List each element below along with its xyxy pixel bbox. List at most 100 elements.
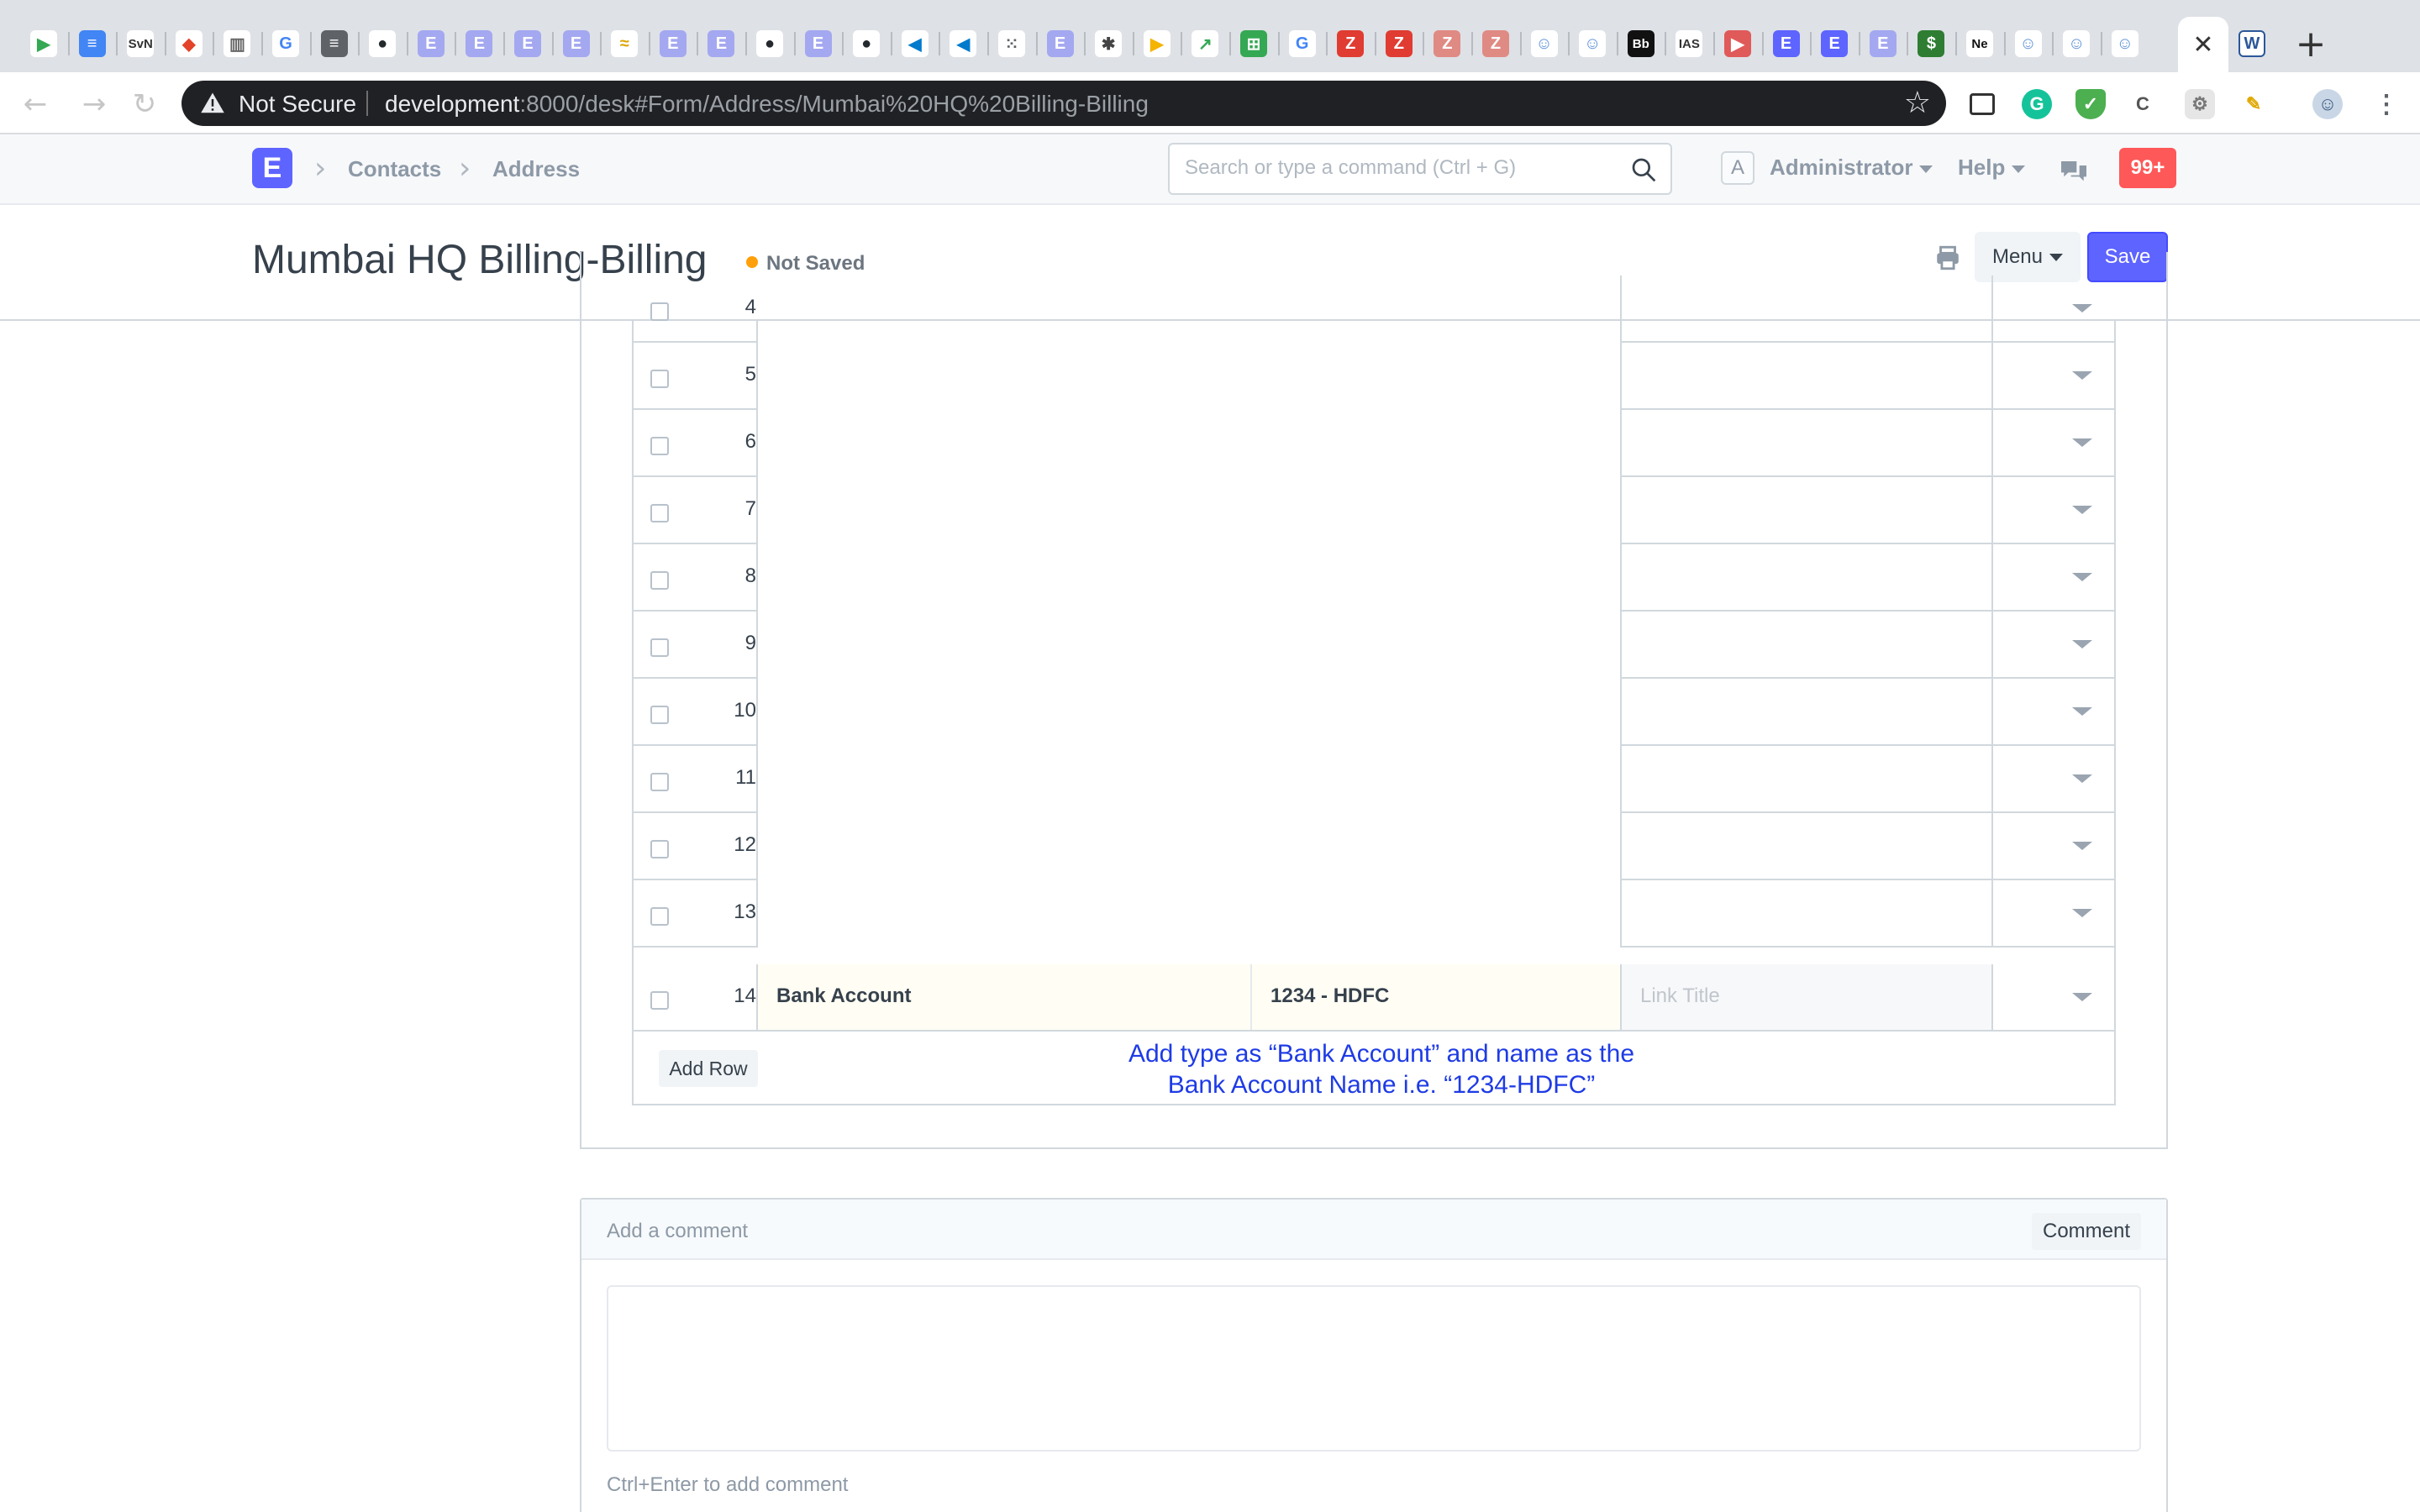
link-doctype-cell[interactable]: Bank Account (756, 964, 1250, 1030)
row-checkbox[interactable] (650, 504, 669, 522)
dropdown-caret-icon[interactable] (2072, 993, 2092, 1001)
browser-tab[interactable]: ● (360, 22, 404, 66)
row-actions-cell[interactable] (1991, 612, 2114, 677)
row-actions-cell[interactable] (1991, 964, 2114, 1030)
help-menu-dropdown[interactable]: Help (1958, 155, 2026, 181)
search-input[interactable] (1185, 156, 1622, 180)
browser-tab[interactable]: ≈ (602, 22, 646, 66)
browser-tab[interactable]: ☺ (2103, 22, 2147, 66)
dropdown-caret-icon[interactable] (2072, 304, 2092, 312)
browser-tab[interactable]: ▥ (215, 22, 259, 66)
row-checkbox[interactable] (650, 302, 669, 321)
browser-tab[interactable]: E (699, 22, 743, 66)
row-actions-cell[interactable] (1991, 544, 2114, 610)
row-checkbox[interactable] (650, 706, 669, 724)
search-icon[interactable] (1630, 156, 1657, 183)
row-actions-cell[interactable] (1991, 276, 2114, 341)
browser-tab[interactable]: ☺ (2007, 22, 2050, 66)
bookmark-star-icon[interactable]: ☆ (1904, 86, 1931, 120)
row-actions-cell[interactable] (1991, 477, 2114, 543)
address-bar[interactable]: Not Secure development:8000/desk#Form/Ad… (182, 81, 1946, 126)
dropdown-caret-icon[interactable] (2072, 573, 2092, 581)
browser-tab[interactable]: Ne (1958, 22, 2002, 66)
row-actions-cell[interactable] (1991, 813, 2114, 879)
dropdown-caret-icon[interactable] (2072, 371, 2092, 380)
link-title-cell[interactable] (1620, 276, 1991, 341)
browser-tab[interactable]: ● (844, 22, 888, 66)
chat-icon[interactable] (2057, 153, 2091, 186)
browser-tab[interactable]: ▶ (1135, 22, 1179, 66)
link-title-cell[interactable] (1620, 477, 1991, 543)
browser-tab[interactable]: ● (748, 22, 792, 66)
browser-menu-icon[interactable]: ⋮ (2371, 89, 2402, 119)
browser-tab[interactable]: ☺ (1523, 22, 1566, 66)
add-comment-placeholder[interactable]: Add a comment (607, 1220, 748, 1243)
browser-tab[interactable]: E (1812, 22, 1856, 66)
browser-tab[interactable]: E (651, 22, 695, 66)
browser-tab[interactable]: ✱ (1086, 22, 1130, 66)
user-avatar[interactable]: A (1721, 151, 1754, 185)
user-menu-dropdown[interactable]: Administrator (1770, 155, 1933, 181)
add-row-button[interactable]: Add Row (659, 1050, 758, 1087)
row-checkbox[interactable] (650, 907, 669, 926)
row-checkbox[interactable] (650, 370, 669, 388)
browser-tab[interactable]: ◆ (167, 22, 211, 66)
row-checkbox[interactable] (650, 437, 669, 455)
link-title-cell[interactable] (1620, 679, 1991, 744)
back-button[interactable]: ← (18, 87, 52, 121)
browser-tab[interactable]: E (409, 22, 453, 66)
browser-tab[interactable]: ⊞ (1232, 22, 1276, 66)
link-name-cell[interactable]: 1234 - HDFC (1250, 964, 1620, 1030)
shield-extension-icon[interactable]: ✓ (2075, 89, 2106, 119)
notification-badge[interactable]: 99+ (2119, 148, 2176, 188)
row-checkbox[interactable] (650, 991, 669, 1010)
row-checkbox[interactable] (650, 638, 669, 657)
link-title-cell[interactable] (1620, 746, 1991, 811)
row-actions-cell[interactable] (1991, 410, 2114, 475)
browser-tab[interactable]: E (506, 22, 550, 66)
browser-tab[interactable]: E (1861, 22, 1905, 66)
browser-tab[interactable]: E (555, 22, 598, 66)
link-title-cell[interactable] (1620, 813, 1991, 879)
browser-tab[interactable]: ⁙ (990, 22, 1034, 66)
dropdown-caret-icon[interactable] (2072, 438, 2092, 447)
grammarly-icon[interactable]: G (2022, 89, 2052, 119)
browser-tab[interactable]: ↗ (1183, 22, 1227, 66)
close-tab-icon[interactable]: ✕ (2192, 30, 2213, 60)
dropdown-caret-icon[interactable] (2072, 909, 2092, 917)
browser-tab[interactable]: E (797, 22, 840, 66)
link-title-cell[interactable] (1620, 544, 1991, 610)
browser-tab[interactable]: ☺ (1570, 22, 1614, 66)
table-row-new[interactable]: 14 Bank Account 1234 - HDFC Link Title (634, 964, 2114, 1032)
dropdown-caret-icon[interactable] (2072, 506, 2092, 514)
dropdown-caret-icon[interactable] (2072, 774, 2092, 783)
browser-tab[interactable]: Z (1328, 22, 1372, 66)
active-tab[interactable]: ✕ (2178, 17, 2228, 72)
link-title-cell[interactable]: Link Title (1620, 964, 1991, 1030)
dropdown-caret-icon[interactable] (2072, 707, 2092, 716)
browser-tab[interactable]: ▶ (1716, 22, 1760, 66)
browser-tab[interactable]: ≡ (71, 22, 114, 66)
row-actions-cell[interactable] (1991, 746, 2114, 811)
comment-input[interactable] (607, 1285, 2141, 1452)
profile-avatar-icon[interactable]: ☺ (2312, 89, 2343, 119)
erpnext-logo[interactable]: E (252, 148, 292, 188)
gear-extension-icon[interactable]: ⚙ (2185, 89, 2215, 119)
link-title-cell[interactable] (1620, 343, 1991, 408)
dropdown-caret-icon[interactable] (2072, 640, 2092, 648)
browser-tab[interactable]: E (1039, 22, 1082, 66)
row-checkbox[interactable] (650, 571, 669, 590)
new-tab-button[interactable]: + (2287, 22, 2334, 66)
row-checkbox[interactable] (650, 773, 669, 791)
browser-tab[interactable]: E (1765, 22, 1808, 66)
browser-tab[interactable]: ◀ (941, 22, 985, 66)
browser-tab[interactable]: ≡ (313, 22, 356, 66)
url-text[interactable]: development:8000/desk#Form/Address/Mumba… (385, 91, 1149, 118)
reload-button[interactable]: ↻ (128, 87, 161, 121)
code-extension-icon[interactable]: C (2128, 89, 2158, 119)
browser-tab[interactable]: G (264, 22, 308, 66)
browser-tab[interactable]: G (1281, 22, 1324, 66)
browser-tab[interactable]: Z (1474, 22, 1518, 66)
browser-tab[interactable]: IAS (1667, 22, 1711, 66)
browser-tab[interactable]: W (2230, 22, 2274, 66)
